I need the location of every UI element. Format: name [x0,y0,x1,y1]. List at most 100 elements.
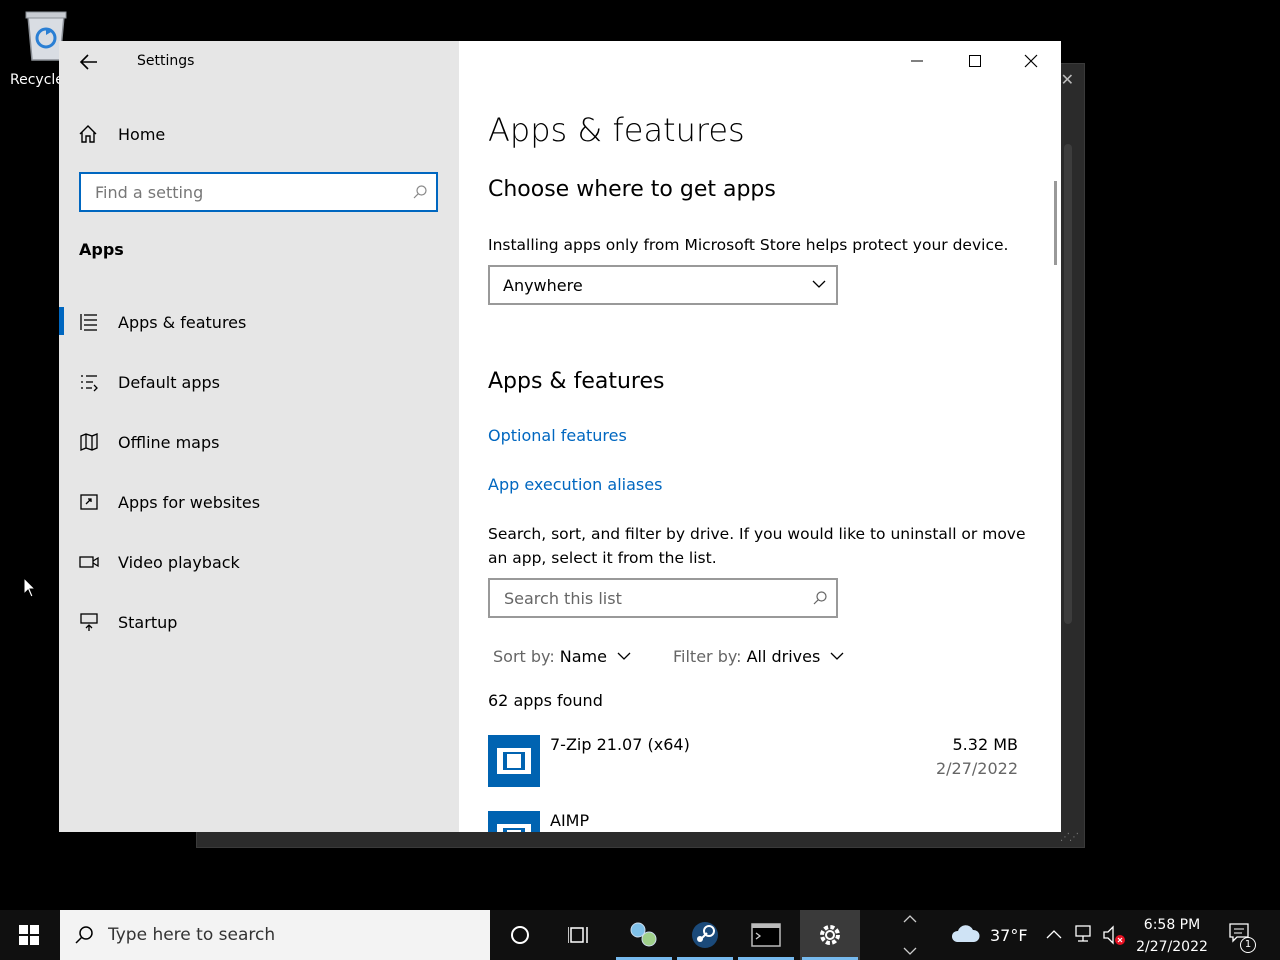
weather-temp: 37°F [990,926,1028,945]
page-title: Apps & features [488,111,745,149]
search-icon[interactable] [412,184,428,200]
start-button[interactable] [0,910,58,960]
sidebar-item-video-playback[interactable]: Video playback [59,532,459,592]
sidebar-nav: Apps & features Default apps Offline map… [59,292,459,652]
recycle-bin-label: Recycle [10,72,64,88]
chevron-down-icon [830,652,844,660]
cortana-button[interactable] [490,910,550,960]
find-setting-input[interactable] [95,182,395,202]
search-list-input[interactable] [504,588,794,608]
sidebar: Settings Home Apps [59,41,459,832]
resize-grip-icon[interactable]: ⋰⋰ [1060,832,1079,843]
home-label: Home [118,124,166,144]
action-center-button[interactable]: 1 [1228,922,1258,953]
default-apps-icon [81,375,98,392]
terminal-icon [751,923,781,947]
close-button[interactable] [1011,49,1051,73]
taskbar-scroll[interactable] [900,912,920,958]
weather-widget[interactable] [950,922,980,948]
app-window-icon [488,811,540,832]
link-app-icon [80,494,98,510]
chevron-up-icon [1046,930,1062,939]
sort-dropdown[interactable]: Sort by: Name [493,647,631,666]
bg-close-icon[interactable]: ✕ [1061,70,1074,89]
find-setting-box[interactable] [79,172,438,212]
settings-window: Settings Home Apps [59,41,1061,832]
sidebar-item-startup[interactable]: Startup [59,592,459,652]
filter-key: Filter by: [673,647,742,666]
sidebar-item-label: Startup [118,612,178,632]
app-source-dropdown[interactable]: Anywhere [488,265,838,305]
close-icon [1024,54,1038,68]
window-title: Settings [137,53,195,69]
clock-date: 2/27/2022 [1136,939,1208,955]
taskbar-search[interactable] [60,910,490,960]
search-list-box[interactable] [488,578,838,618]
volume-tray-button[interactable] [1102,924,1128,950]
task-view-button[interactable] [550,910,610,960]
back-arrow-icon[interactable] [77,51,101,73]
features-heading: Apps & features [488,369,665,394]
app-list-item[interactable]: AIMP [488,811,1020,832]
startup-icon [80,613,98,631]
sidebar-item-label: Apps for websites [118,492,261,512]
network-app-icon [630,922,657,947]
network-tray-button[interactable] [1074,924,1096,948]
section-label-apps: Apps [79,240,124,259]
sort-key: Sort by: [493,647,555,666]
sidebar-item-label: Apps & features [118,312,247,332]
notification-badge: 1 [1240,937,1256,953]
sidebar-item-label: Default apps [118,372,220,392]
speaker-muted-icon [1103,925,1125,945]
cloud-icon [951,925,980,942]
task-view-icon [568,927,588,943]
maximize-button[interactable] [955,49,995,73]
map-icon [80,433,98,451]
minimize-button[interactable] [897,49,937,73]
main-scrollbar[interactable] [1054,181,1057,265]
clock[interactable]: 6:58 PM 2/27/2022 [1132,914,1212,958]
home-icon [79,125,97,143]
chevron-down-icon [812,280,826,288]
steam-icon [692,922,718,948]
app-name: 7-Zip 21.07 (x64) [550,735,690,754]
filter-dropdown[interactable]: Filter by: All drives [673,647,844,666]
search-icon [75,926,93,944]
sidebar-item-label: Video playback [118,552,240,572]
sidebar-item-default-apps[interactable]: Default apps [59,352,459,412]
choose-description: Installing apps only from Microsoft Stor… [488,236,1009,254]
app-date: 2/27/2022 [935,759,1018,778]
bg-scrollbar[interactable] [1064,144,1072,624]
app-window-icon [488,735,540,787]
filter-value: All drives [746,647,821,666]
optional-features-link[interactable]: Optional features [488,426,627,445]
chevron-up-down-icon [903,915,917,955]
gear-icon [820,925,840,945]
clock-time: 6:58 PM [1143,917,1201,933]
tray-overflow-button[interactable] [1045,926,1063,945]
taskbar-app-network[interactable] [614,910,674,960]
maximize-icon [969,55,981,67]
sidebar-item-apps-features[interactable]: Apps & features [59,292,459,352]
search-icon[interactable] [812,590,828,606]
taskbar-search-input[interactable] [108,925,468,945]
minimize-icon [911,60,923,62]
taskbar-app-settings[interactable] [800,910,860,960]
network-icon [1075,925,1091,942]
windows-logo-icon [19,925,39,945]
sidebar-item-home[interactable]: Home [77,119,437,149]
app-execution-aliases-link[interactable]: App execution aliases [488,475,662,494]
taskbar: 37°F 6:58 PM 2/27/2022 1 [0,910,1280,960]
app-list-item[interactable]: 7-Zip 21.07 (x64) 5.32 MB 2/27/2022 [488,735,1020,795]
taskbar-app-terminal[interactable] [736,910,796,960]
sidebar-item-label: Offline maps [118,432,220,452]
dropdown-value: Anywhere [503,275,583,295]
sidebar-item-apps-for-websites[interactable]: Apps for websites [59,472,459,532]
taskbar-app-steam[interactable] [675,910,735,960]
list-description: Search, sort, and filter by drive. If yo… [488,525,1026,567]
apps-found-count: 62 apps found [488,691,603,710]
cortana-circle-icon [511,926,529,944]
choose-heading: Choose where to get apps [488,177,776,202]
sidebar-item-offline-maps[interactable]: Offline maps [59,412,459,472]
video-icon [79,556,99,568]
